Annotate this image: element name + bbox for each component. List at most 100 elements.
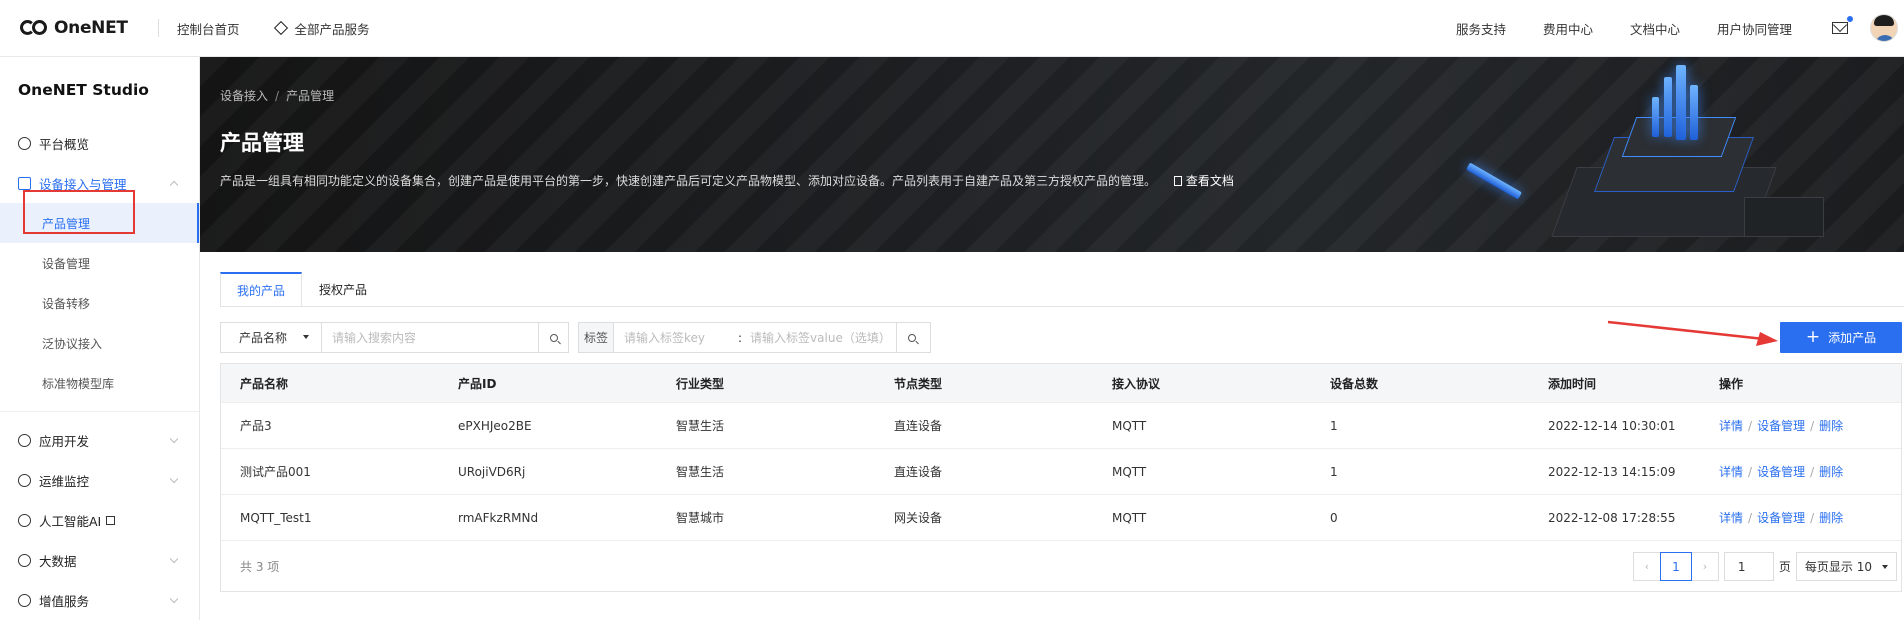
ops-monitor-icon [18, 473, 31, 487]
prev-page-button[interactable]: ‹ [1632, 552, 1661, 581]
avatar[interactable] [1870, 14, 1898, 42]
sidebar-item-overview[interactable]: 平台概览 [0, 123, 199, 163]
tag-search-button[interactable] [896, 323, 926, 352]
tab-my-products[interactable]: 我的产品 [220, 272, 303, 307]
notification-dot [1847, 16, 1853, 22]
search-field-value: 产品名称 [239, 331, 288, 345]
search-icon [549, 333, 558, 342]
breadcrumb-parent[interactable]: 设备接入 [220, 89, 268, 103]
breadcrumb: 设备接入 / 产品管理 [220, 89, 335, 103]
product-id: ePXHJeo2BE [458, 418, 532, 433]
onenet-logo[interactable]: OneNET [20, 18, 142, 38]
tag-value-input[interactable] [746, 323, 897, 352]
sidebar-item-label: 平台概览 [39, 136, 90, 152]
page-number-current[interactable]: 1 [1659, 552, 1692, 581]
device-count: 1 [1330, 418, 1338, 433]
device-management-link[interactable]: 设备管理 [1757, 465, 1805, 479]
tab-underline [220, 306, 1904, 307]
column-header: 接入协议 [1112, 376, 1161, 391]
industry-type: 智慧城市 [676, 511, 725, 525]
search-field-select[interactable]: 产品名称 [221, 323, 322, 352]
row-actions: 详情 / 设备管理 / 删除 [1719, 419, 1844, 433]
device-management-link[interactable]: 设备管理 [1757, 419, 1805, 433]
value-added-icon [18, 593, 31, 607]
product-search-group: 产品名称 [220, 322, 569, 353]
view-docs-link[interactable]: 查看文档 [1173, 174, 1234, 188]
search-button[interactable] [538, 323, 568, 352]
user-collab-link[interactable]: 用户协同管理 [1717, 19, 1792, 38]
table-header: 产品名称 产品ID 行业类型 节点类型 接入协议 设备总数 添加时间 操作 [221, 364, 1901, 402]
sidebar-subitem-device-transfer[interactable]: 设备转移 [0, 283, 199, 323]
protocol: MQTT [1112, 464, 1147, 479]
product-tabs: 我的产品 授权产品 [220, 272, 384, 307]
console-home-link[interactable]: 控制台首页 [177, 19, 240, 38]
all-products-menu[interactable]: 全部产品服务 [273, 19, 370, 38]
delete-link[interactable]: 删除 [1819, 465, 1843, 479]
tag-label: 标签 [579, 323, 614, 352]
annotation-highlight-box [23, 190, 135, 234]
sidebar-divider [0, 411, 199, 412]
service-support-link[interactable]: 服务支持 [1456, 19, 1506, 38]
device-access-icon [18, 176, 31, 190]
details-link[interactable]: 详情 [1719, 419, 1743, 433]
page-jump-input[interactable] [1723, 552, 1774, 581]
sidebar-item-ops-monitor[interactable]: 运维监控 [0, 460, 199, 500]
sidebar-item-value-added[interactable]: 增值服务 [0, 580, 199, 620]
diamond-icon [273, 20, 288, 36]
added-time: 2022-12-08 17:28:55 [1548, 510, 1676, 525]
column-header: 设备总数 [1330, 376, 1379, 391]
column-header: 添加时间 [1548, 376, 1597, 391]
chevron-down-icon [169, 554, 179, 564]
caret-down-icon [1882, 565, 1888, 569]
protocol: MQTT [1112, 418, 1147, 433]
banner-illustration [1424, 57, 1844, 252]
top-bar: OneNET 控制台首页 全部产品服务 服务支持 费用中心 文档中心 用户协同管… [0, 0, 1904, 57]
delete-link[interactable]: 删除 [1819, 511, 1843, 525]
search-input[interactable] [322, 323, 538, 352]
all-products-label: 全部产品服务 [294, 21, 370, 37]
product-id: rmAFkzRMNd [458, 510, 539, 525]
sidebar-subitem-generic-protocol[interactable]: 泛协议接入 [0, 323, 199, 363]
column-header: 节点类型 [894, 376, 943, 391]
device-management-link[interactable]: 设备管理 [1757, 511, 1805, 525]
add-product-button[interactable]: + 添加产品 [1780, 322, 1902, 353]
page-title: 产品管理 [220, 131, 304, 155]
page-unit: 页 [1778, 560, 1791, 574]
sidebar-item-big-data[interactable]: 大数据 [0, 540, 199, 580]
page-size-select[interactable]: 每页显示 10 [1795, 552, 1897, 581]
billing-center-link[interactable]: 费用中心 [1543, 19, 1593, 38]
node-type: 网关设备 [894, 511, 943, 525]
product-name: MQTT_Test1 [240, 510, 312, 525]
sidebar-item-label: 人工智能AI [39, 513, 102, 529]
node-type: 直连设备 [894, 465, 943, 479]
table-footer: 共 3 项 ‹ 1 › 页 每页显示 10 [221, 540, 1901, 591]
sidebar-item-app-dev[interactable]: 应用开发 [0, 420, 199, 460]
docs-center-link[interactable]: 文档中心 [1630, 19, 1680, 38]
sidebar-subitem-model-library[interactable]: 标准物模型库 [0, 363, 199, 403]
mail-icon[interactable] [1832, 16, 1853, 34]
column-header: 产品名称 [240, 376, 289, 391]
tag-search-group: 标签 : [578, 322, 931, 353]
sidebar-item-label: 应用开发 [39, 433, 90, 449]
annotation-arrow-icon [1607, 320, 1778, 346]
sidebar-item-label: 增值服务 [39, 593, 90, 609]
node-type: 直连设备 [894, 419, 943, 433]
added-time: 2022-12-14 10:30:01 [1548, 418, 1676, 433]
tag-key-input[interactable] [614, 323, 734, 352]
sidebar-subitem-device-management[interactable]: 设备管理 [0, 243, 199, 283]
chevron-down-icon [169, 594, 179, 604]
plus-icon: + [1805, 327, 1821, 347]
sidebar-item-label: 大数据 [39, 553, 77, 569]
sidebar-title: OneNET Studio [18, 81, 149, 99]
next-page-button[interactable]: › [1690, 552, 1719, 581]
tab-authorized-products[interactable]: 授权产品 [302, 272, 384, 307]
delete-link[interactable]: 删除 [1819, 419, 1843, 433]
sidebar-item-ai[interactable]: 人工智能AI [0, 500, 199, 540]
top-right-links: 服务支持 费用中心 文档中心 用户协同管理 [1419, 0, 1904, 56]
details-link[interactable]: 详情 [1719, 511, 1743, 525]
column-header: 产品ID [458, 376, 497, 391]
details-link[interactable]: 详情 [1719, 465, 1743, 479]
row-actions: 详情 / 设备管理 / 删除 [1719, 511, 1844, 525]
column-header: 操作 [1719, 376, 1744, 391]
external-link-icon [106, 515, 116, 525]
